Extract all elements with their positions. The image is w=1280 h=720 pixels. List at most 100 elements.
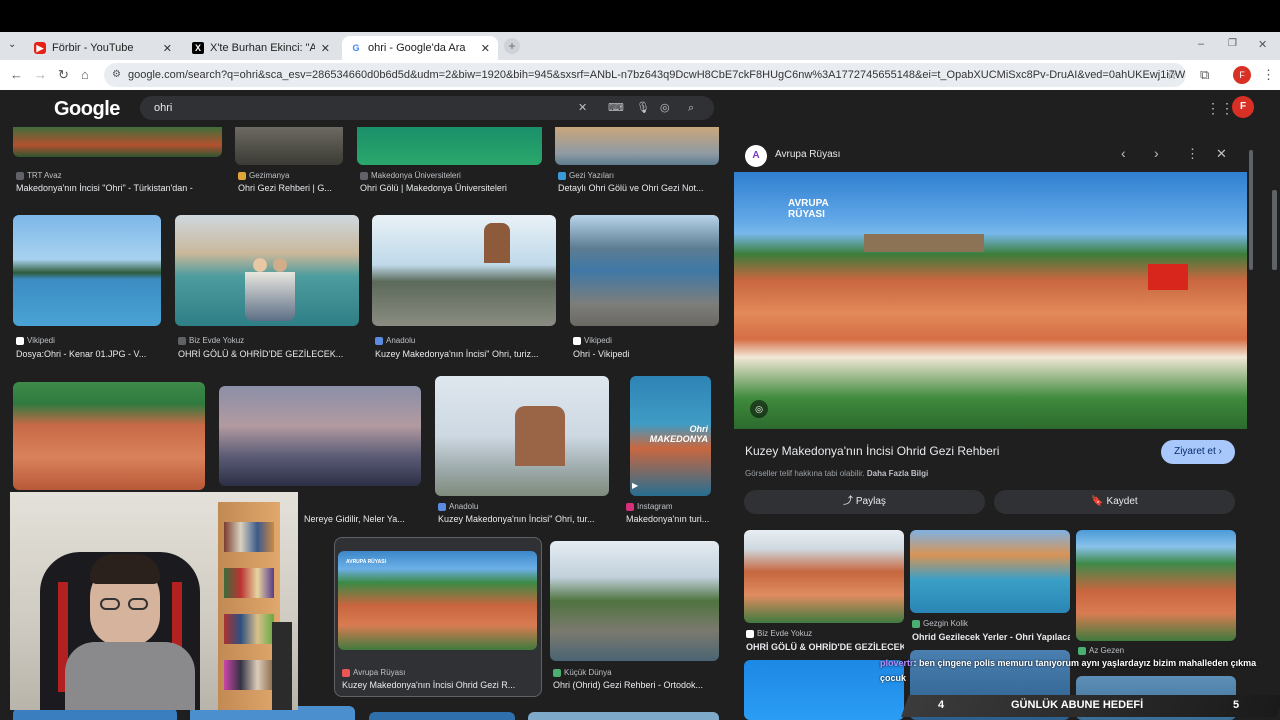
result-thumb[interactable]: AVRUPA RÜYASI <box>338 551 537 650</box>
result-thumb[interactable] <box>369 712 515 720</box>
bookmark-icon: 🔖 <box>1091 496 1104 507</box>
result-thumb[interactable] <box>13 127 222 157</box>
result-thumb[interactable] <box>357 127 542 165</box>
preview-logo-text: AVRUPA RÜYASI <box>788 198 829 220</box>
site-info-icon[interactable]: ⚙ <box>112 63 121 87</box>
save-button[interactable]: 🔖 Kaydet <box>994 490 1235 514</box>
result-thumb[interactable] <box>13 215 161 326</box>
panel-title[interactable]: Kuzey Makedonya'nın İncisi Ohrid Gezi Re… <box>745 444 999 458</box>
search-icon[interactable]: ⌕ <box>688 96 694 120</box>
back-icon[interactable]: ← <box>10 67 23 82</box>
result-thumb[interactable] <box>550 541 719 661</box>
visit-button[interactable]: Ziyaret et › <box>1161 440 1235 464</box>
result-title[interactable]: Ohri Gölü | Makedonya Üniversiteleri <box>360 183 542 193</box>
forward-icon[interactable]: → <box>34 67 47 82</box>
preview-image[interactable]: AVRUPA RÜYASI ◎ <box>734 172 1247 429</box>
close-window-icon[interactable]: ✕ <box>1258 38 1267 51</box>
google-icon: G <box>352 43 360 53</box>
google-logo[interactable]: Google <box>54 98 120 121</box>
close-tab-icon[interactable]: ✕ <box>163 42 172 55</box>
result-title[interactable]: Detaylı Ohri Gölü ve Ohri Gezi Not... <box>558 183 719 193</box>
more-options-icon[interactable]: ⋮ <box>1186 146 1199 162</box>
chat-text: : ben çingene polis memuru tanıyorum ayn… <box>880 658 1257 683</box>
youtube-icon: ▶ <box>34 42 46 54</box>
result-thumb[interactable] <box>555 127 719 165</box>
save-label: Kaydet <box>1106 496 1138 507</box>
search-input[interactable]: ohri ✕ ⌨ 🎙 ◎ ⌕ <box>140 96 714 120</box>
tab-x[interactable]: X X'te Burhan Ekinci: "Almanya K ✕ <box>184 36 338 60</box>
result-title[interactable]: Kuzey Makedonya'nın İncisi" Ohri, tur... <box>438 514 609 524</box>
panel-scrollbar[interactable] <box>1249 150 1253 270</box>
page-scrollbar[interactable] <box>1272 190 1277 270</box>
close-tab-icon[interactable]: ✕ <box>481 42 490 55</box>
keyboard-icon[interactable]: ⌨ <box>608 96 624 120</box>
result-title[interactable]: Makedonya'nın İncisi "Ohri" - Türkistan'… <box>16 183 222 193</box>
result-thumb[interactable] <box>175 215 359 326</box>
mic-icon[interactable]: 🎙 <box>636 96 650 120</box>
address-bar-row: ← → ↻ ⌂ ⚙ google.com/search?q=ohri&sca_e… <box>0 60 1280 90</box>
result-thumb[interactable] <box>219 386 421 486</box>
tab-list-chevron-icon[interactable]: ⌄ <box>8 39 16 50</box>
maximize-icon[interactable]: ❐ <box>1228 38 1237 49</box>
person-body <box>65 642 195 710</box>
result-thumb[interactable] <box>570 215 719 326</box>
profile-icon[interactable]: F <box>1233 66 1251 84</box>
result-title[interactable]: Makedonya'nın turi... <box>626 514 719 524</box>
new-tab-icon[interactable]: + <box>504 38 520 54</box>
lens-icon[interactable]: ◎ <box>750 400 768 418</box>
close-panel-icon[interactable]: ✕ <box>1216 146 1227 162</box>
result-title[interactable]: Kuzey Makedonya'nın İncisi Ohrid Gezi R.… <box>342 680 538 690</box>
share-icon: ⤴ <box>843 496 854 507</box>
result-title[interactable]: Ohri (Ohrid) Gezi Rehberi - Ortodok... <box>553 680 719 690</box>
prev-image-icon[interactable]: ‹ <box>1121 145 1126 161</box>
more-info-link[interactable]: Daha Fazla Bilgi <box>867 469 928 478</box>
home-icon[interactable]: ⌂ <box>81 67 89 82</box>
bookmark-star-icon[interactable]: ☆ <box>1166 67 1178 83</box>
result-source: Anadolu <box>438 502 478 511</box>
related-title[interactable]: OHRİ GÖLÜ & OHRİD'DE GEZİLECEK... <box>746 642 904 652</box>
extensions-icon[interactable]: ⧉ <box>1200 67 1209 83</box>
related-source: Biz Evde Yokuz <box>746 629 812 638</box>
share-button[interactable]: ⤴ Paylaş <box>744 490 985 514</box>
clear-icon[interactable]: ✕ <box>578 96 587 120</box>
related-thumb[interactable] <box>744 530 904 623</box>
top-black-bar <box>0 0 1280 32</box>
minimize-icon[interactable]: – <box>1198 38 1204 50</box>
result-source: TRT Avaz <box>16 171 62 180</box>
result-title[interactable]: Ohri Gezi Rehberi | G... <box>238 183 344 193</box>
camera-search-icon[interactable]: ◎ <box>660 96 670 120</box>
result-title[interactable]: OHRİ GÖLÜ & OHRİD'DE GEZİLECEK... <box>178 349 359 359</box>
result-thumb[interactable] <box>13 382 205 490</box>
result-title[interactable]: Nereye Gidilir, Neler Ya... <box>304 514 421 524</box>
result-thumb[interactable] <box>235 127 343 165</box>
search-query: ohri <box>154 102 173 114</box>
result-thumb[interactable]: Ohri MAKEDONYA ▶ <box>630 376 711 496</box>
tab-google[interactable]: G ohri - Google'da Ara ✕ <box>342 36 498 60</box>
related-thumb[interactable] <box>1076 530 1236 641</box>
tab-title: ohri - Google'da Ara <box>368 42 466 54</box>
tab-youtube[interactable]: ▶ Förbir - YouTube ✕ <box>26 36 180 60</box>
related-thumb[interactable] <box>910 530 1070 613</box>
menu-kebab-icon[interactable]: ⋮ <box>1262 67 1275 83</box>
related-source: Az Gezen <box>1078 646 1124 655</box>
related-title[interactable]: Ohrid Gezilecek Yerler - Ohri Yapılacakl… <box>912 632 1070 642</box>
bookshelf <box>218 502 280 710</box>
result-thumb[interactable] <box>372 215 556 326</box>
url-input[interactable]: ⚙ google.com/search?q=ohri&sca_esv=28653… <box>104 63 1186 87</box>
result-title[interactable]: Dosya:Ohri - Kenar 01.JPG - V... <box>16 349 161 359</box>
copyright-text: Görseller telif hakkına tabi olabilir. <box>745 469 865 478</box>
close-tab-icon[interactable]: ✕ <box>321 42 330 55</box>
result-source: Vikipedi <box>16 336 55 345</box>
result-source: Anadolu <box>375 336 415 345</box>
reload-icon[interactable]: ↻ <box>58 67 69 83</box>
microphone <box>272 622 292 710</box>
result-title[interactable]: Kuzey Makedonya'nın İncisi" Ohri, turiz.… <box>375 349 556 359</box>
panel-source-name[interactable]: Avrupa Rüyası <box>775 149 840 160</box>
result-thumb[interactable] <box>528 712 719 720</box>
account-avatar[interactable]: F <box>1232 96 1254 118</box>
next-image-icon[interactable]: › <box>1154 145 1159 161</box>
result-source: Biz Evde Yokuz <box>178 336 244 345</box>
result-source: Instagram <box>626 502 673 511</box>
result-thumb[interactable] <box>435 376 609 496</box>
result-title[interactable]: Ohri - Vikipedi <box>573 349 719 359</box>
